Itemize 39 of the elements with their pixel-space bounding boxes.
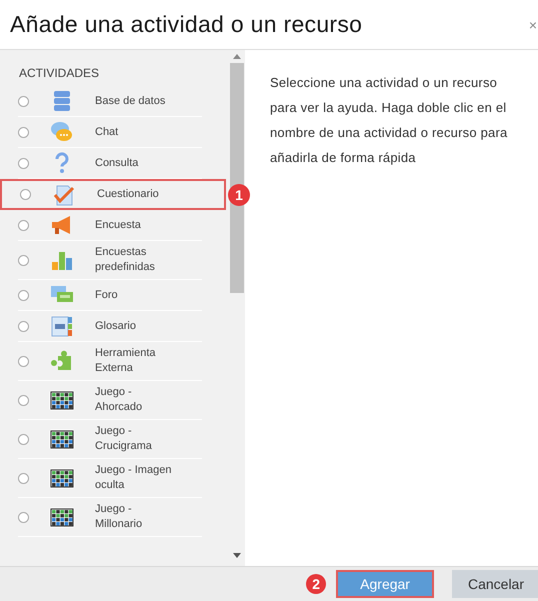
chat-icon bbox=[50, 120, 74, 144]
radio-button[interactable] bbox=[18, 290, 29, 300]
activity-name[interactable]: Base de datos bbox=[95, 94, 179, 108]
help-text: Seleccione una actividad o un recurso para ver la ayuda. Haga doble clic en el nombre de una actividad o recurso para añadirla de forma rápida bbox=[270, 74, 508, 167]
radio-button[interactable] bbox=[18, 472, 29, 484]
radio-button[interactable] bbox=[18, 220, 29, 230]
step-badge: 2 bbox=[306, 574, 326, 594]
scroll-up-icon[interactable] bbox=[232, 54, 240, 59]
activity-name[interactable]: Herramienta Externa bbox=[95, 346, 179, 376]
radio-button[interactable] bbox=[18, 254, 29, 266]
activity-name[interactable]: Encuesta bbox=[95, 218, 179, 232]
activity-name[interactable]: Encuestas predefinidas bbox=[95, 245, 179, 275]
glossary-icon bbox=[50, 314, 74, 338]
dialog-title: Añade una actividad o un recurso bbox=[10, 11, 362, 38]
radio-button[interactable] bbox=[18, 356, 29, 366]
puzzle-icon bbox=[50, 349, 74, 373]
cancel-button[interactable]: Cancelar bbox=[452, 570, 538, 598]
activity-name[interactable]: Juego - Imagen oculta bbox=[95, 463, 179, 493]
radio-button[interactable] bbox=[18, 320, 29, 332]
activity-name[interactable]: Foro bbox=[95, 288, 179, 302]
activity-name[interactable]: Consulta bbox=[95, 156, 179, 170]
activity-name[interactable]: Juego - Millonario bbox=[95, 502, 179, 532]
activity-name[interactable]: Chat bbox=[95, 124, 179, 140]
radio-button[interactable] bbox=[18, 512, 29, 522]
scroll-down-icon[interactable] bbox=[232, 553, 240, 558]
radio-button[interactable] bbox=[20, 189, 31, 200]
activity-name[interactable]: Juego - Ahorcado bbox=[95, 385, 179, 415]
activity-name[interactable]: Juego - Crucigrama bbox=[95, 424, 179, 454]
radio-button[interactable] bbox=[18, 126, 29, 138]
step-badge: 1 bbox=[228, 184, 250, 206]
section-heading: ACTIVIDADES bbox=[18, 65, 100, 82]
radio-button[interactable] bbox=[18, 394, 29, 406]
radio-button[interactable] bbox=[18, 434, 29, 444]
radio-button[interactable] bbox=[18, 96, 29, 106]
radio-button[interactable] bbox=[18, 158, 29, 168]
close-button[interactable]: × bbox=[528, 16, 537, 32]
activity-name[interactable]: Cuestionario bbox=[97, 187, 181, 202]
checklist-icon bbox=[52, 182, 76, 206]
activity-name[interactable]: Glosario bbox=[95, 318, 179, 334]
